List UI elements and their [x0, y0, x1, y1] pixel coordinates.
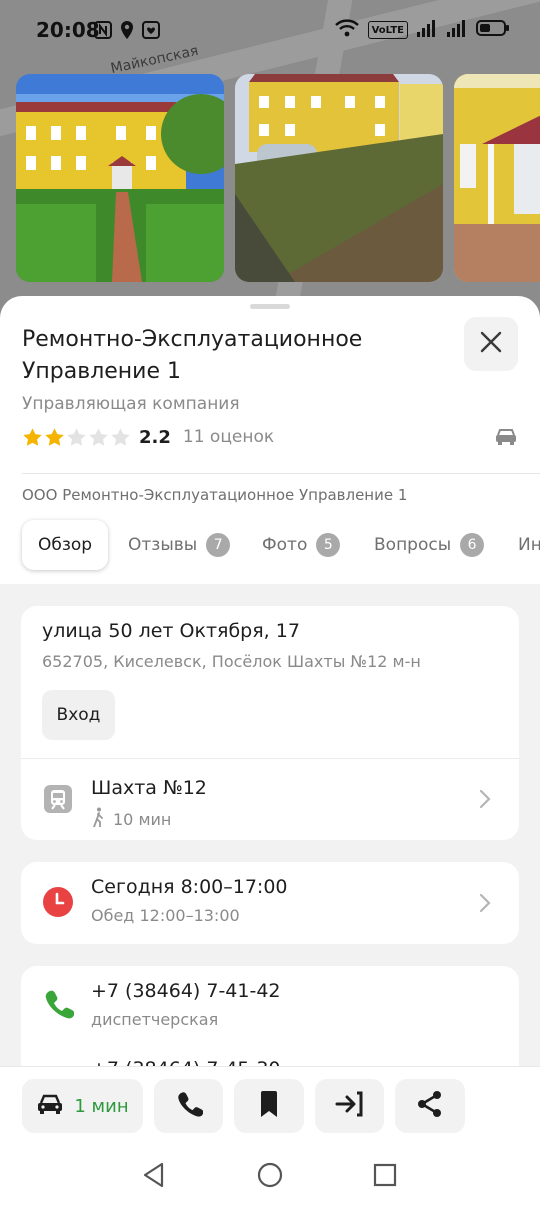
place-category: Управляющая компания [22, 394, 240, 414]
walk-time: 10 мин [113, 809, 172, 829]
star-icon [89, 427, 108, 446]
location-icon [118, 20, 136, 40]
home-icon[interactable] [257, 1162, 283, 1192]
place-photo-1[interactable] [16, 74, 224, 282]
chevron-right-icon [479, 893, 491, 917]
tab-info[interactable]: Ин [518, 520, 540, 570]
tab-bar: Обзор Отзывы 7 Фото 5 Вопросы 6 Ин [0, 520, 540, 570]
car-icon [36, 1093, 64, 1119]
tab-reviews[interactable]: Отзывы 7 [128, 520, 231, 570]
bookmark-icon [259, 1090, 279, 1122]
phone-label: диспетчерская [91, 1010, 219, 1029]
tab-questions-badge: 6 [460, 533, 485, 557]
train-icon [42, 783, 74, 815]
route-time: 1 мин [74, 1095, 129, 1117]
rating-stars [22, 427, 131, 448]
place-card-sheet[interactable]: Ремонтно-Эксплуатационное Управление 1 У… [0, 296, 540, 1206]
phone-icon [175, 1090, 203, 1122]
wifi-icon [334, 18, 360, 42]
signal-icon-sim2 [446, 18, 468, 42]
route-button[interactable]: 1 мин [22, 1079, 143, 1133]
address-card: улица 50 лет Октября, 17 652705, Киселев… [21, 606, 519, 840]
tab-questions[interactable]: Вопросы 6 [374, 520, 485, 570]
close-icon [480, 331, 502, 357]
star-icon [23, 427, 42, 446]
transit-row[interactable]: Шахта №12 10 мин [21, 759, 519, 840]
nfc-icon [94, 20, 112, 40]
call-button[interactable] [154, 1079, 223, 1133]
legal-name: ООО Ремонтно-Эксплуатационное Управление… [22, 486, 408, 504]
entry-button[interactable]: Вход [42, 690, 115, 740]
transit-walk: 10 мин [91, 807, 171, 831]
action-bar: 1 мин [0, 1066, 540, 1144]
signal-icon-sim1 [416, 18, 438, 42]
hours-today: Сегодня 8:00–17:00 [91, 876, 288, 898]
chevron-right-icon [479, 789, 491, 813]
close-button[interactable] [464, 317, 518, 371]
rating-count: 11 оценок [182, 427, 275, 447]
clock-icon [42, 886, 74, 918]
volte-badge: VoLTE [367, 21, 408, 39]
star-icon [111, 427, 130, 446]
share-button[interactable] [395, 1079, 465, 1133]
tab-photos[interactable]: Фото 5 [262, 520, 341, 570]
star-icon [45, 427, 64, 446]
battery-icon [476, 18, 510, 42]
phone-number: +7 (38464) 7-41-42 [91, 980, 281, 1002]
health-app-icon [142, 20, 160, 40]
address-street[interactable]: улица 50 лет Октября, 17 [42, 620, 300, 642]
walk-icon [91, 807, 105, 831]
share-icon [416, 1090, 444, 1122]
sheet-grabber[interactable] [250, 304, 290, 309]
tab-photos-badge: 5 [316, 533, 341, 557]
enter-icon [335, 1090, 365, 1122]
place-title: Ремонтно-Эксплуатационное Управление 1 [22, 327, 363, 384]
bookmark-button[interactable] [234, 1079, 304, 1133]
place-photo-2[interactable] [235, 74, 443, 282]
hours-lunch: Обед 12:00–13:00 [91, 906, 240, 925]
tab-overview[interactable]: Обзор [22, 520, 109, 570]
rating-value: 2.2 [139, 426, 171, 448]
car-icon[interactable] [494, 426, 518, 450]
recents-icon[interactable] [373, 1163, 397, 1191]
entrance-button[interactable] [315, 1079, 384, 1133]
place-photo-3[interactable] [454, 74, 540, 282]
rating-row[interactable]: 2.2 11 оценок [22, 424, 274, 450]
status-bar: 20:08 VoLTE [0, 0, 540, 62]
system-nav-bar [0, 1144, 540, 1206]
status-time: 20:08 [36, 18, 100, 42]
phone-icon [42, 988, 75, 1020]
hours-card[interactable]: Сегодня 8:00–17:00 Обед 12:00–13:00 [21, 862, 519, 944]
transit-stop: Шахта №12 [91, 777, 207, 799]
star-icon [67, 427, 86, 446]
back-icon[interactable] [142, 1162, 166, 1192]
phone-row[interactable]: +7 (38464) 7-41-42 диспетчерская [21, 966, 519, 1044]
header-divider [22, 473, 540, 474]
address-postal: 652705, Киселевск, Посёлок Шахты №12 м-н [42, 652, 421, 671]
tab-reviews-badge: 7 [206, 533, 231, 557]
